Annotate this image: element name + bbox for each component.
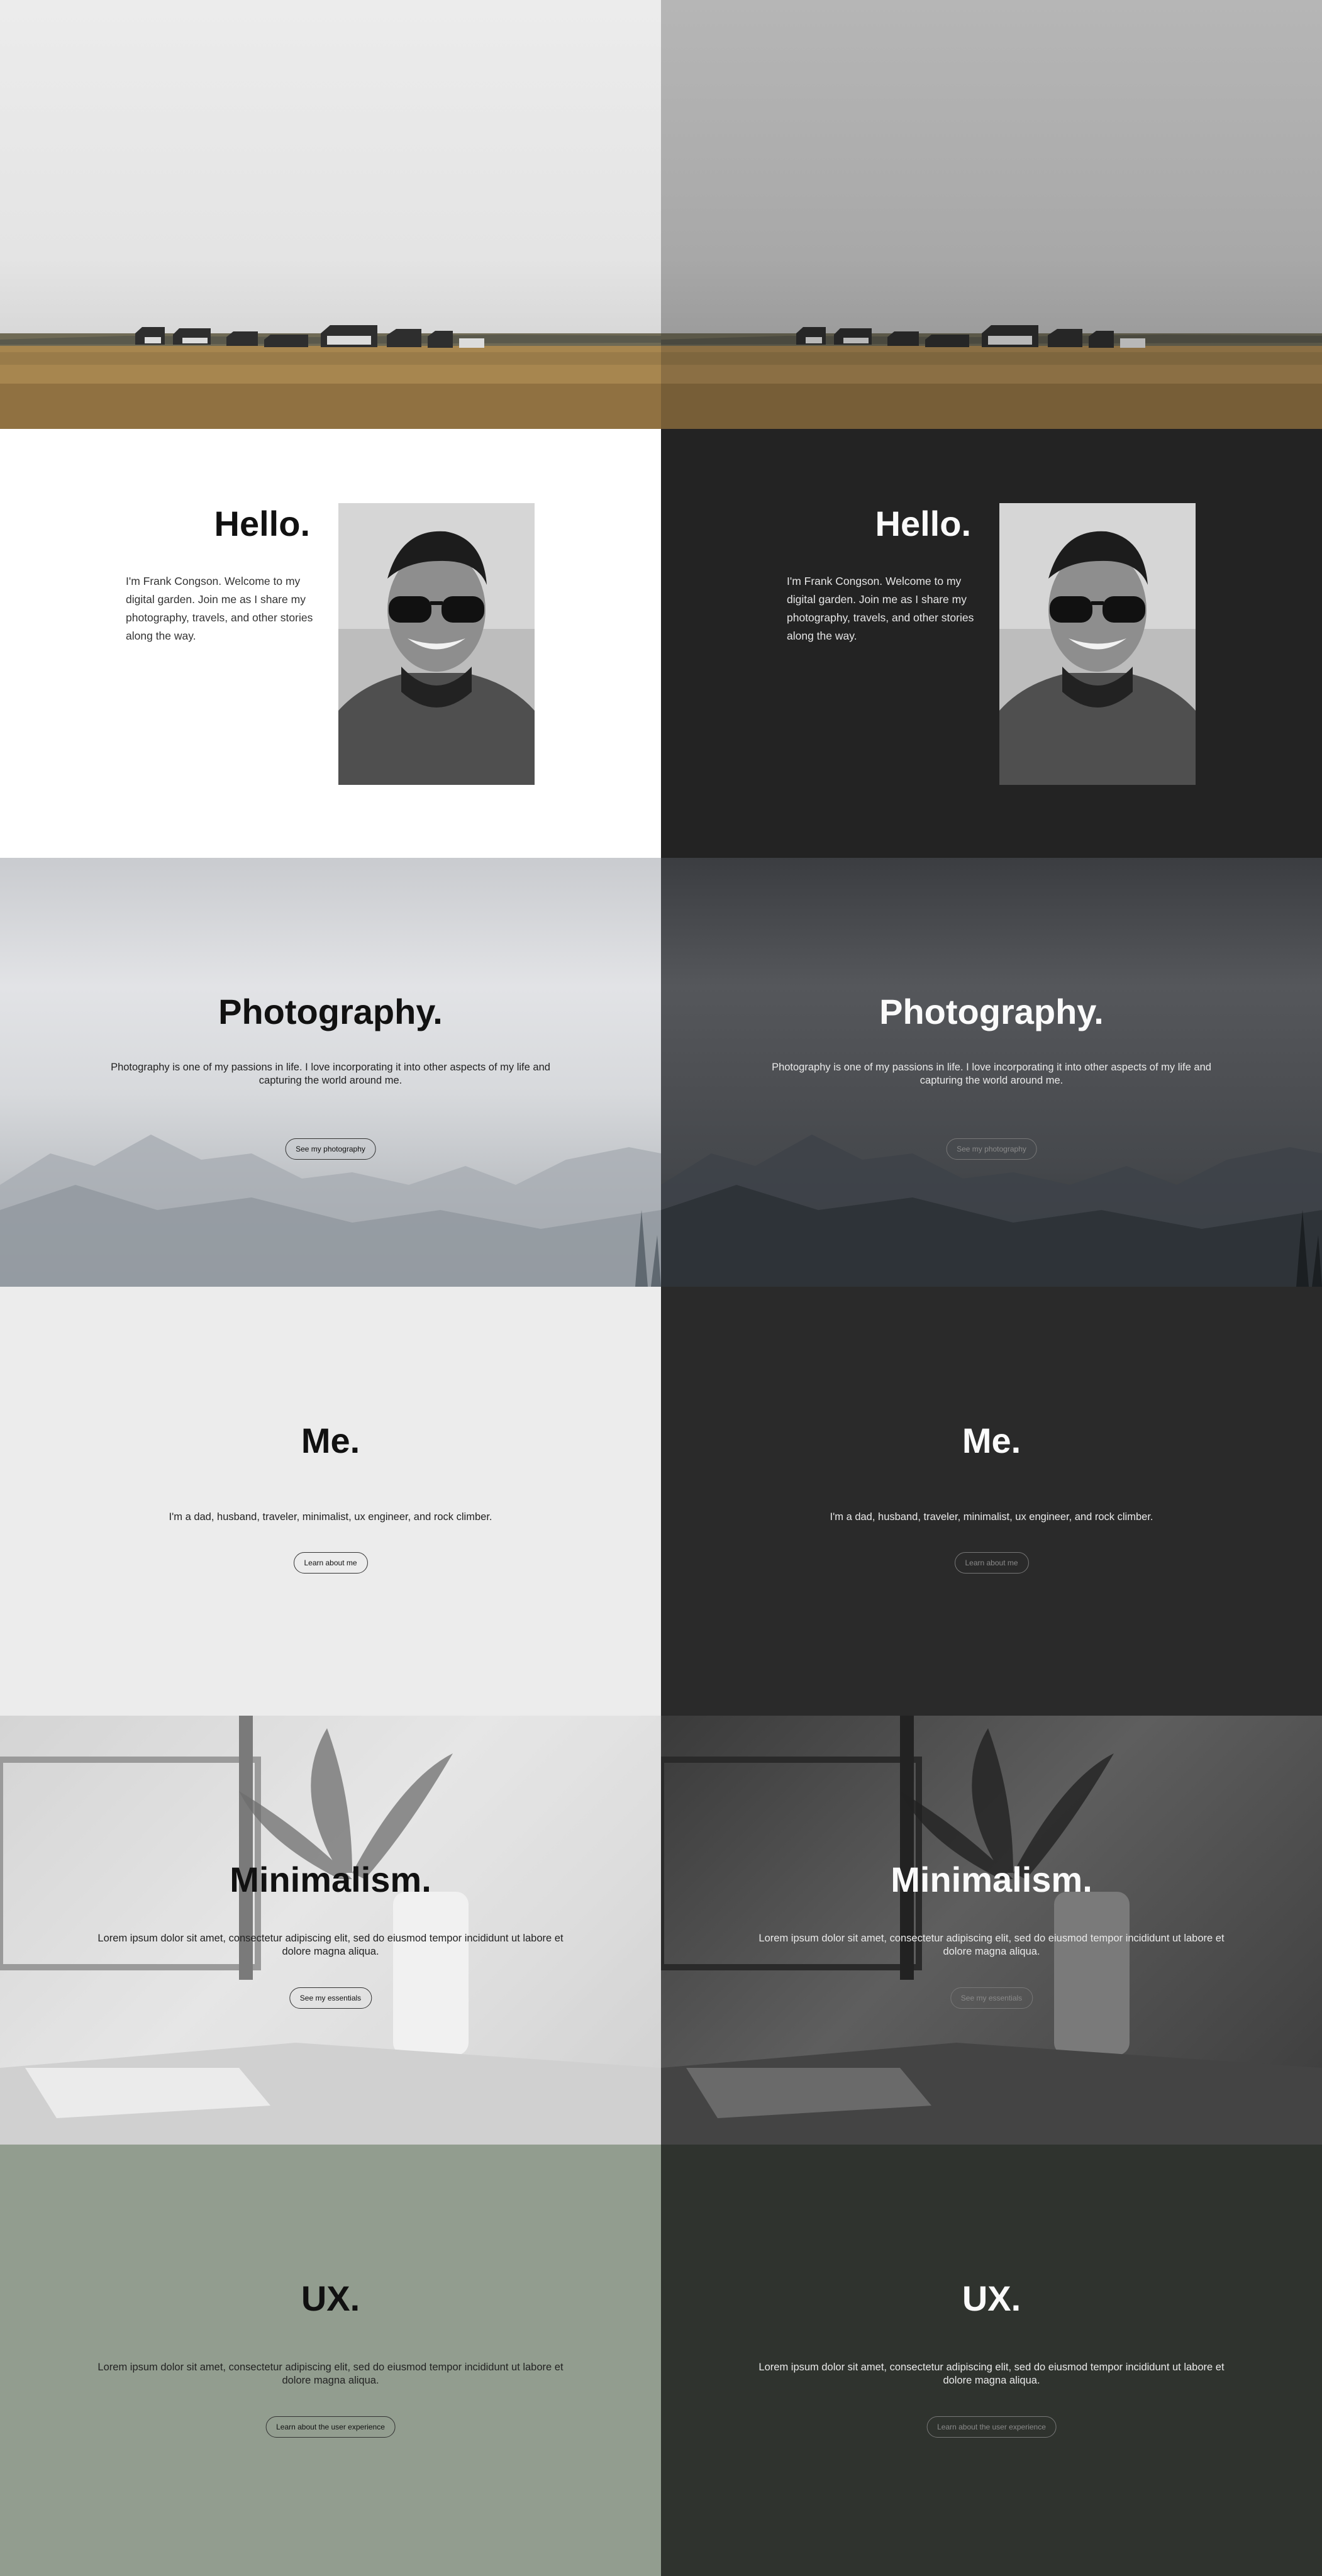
- ux-section: UX. Lorem ipsum dolor sit amet, consecte…: [661, 2145, 1322, 2576]
- hello-section: Hello. I'm Frank Congson. Welcome to my …: [661, 429, 1322, 858]
- photography-title: Photography.: [879, 992, 1104, 1031]
- hello-section: Hello. I'm Frank Congson. Welcome to my …: [0, 429, 661, 858]
- hello-title: Hello.: [875, 504, 971, 543]
- landscape-image: [0, 325, 661, 429]
- minimalism-title: Minimalism.: [230, 1860, 431, 1899]
- hello-title: Hello.: [214, 504, 310, 543]
- dark-theme-page: Hello. I'm Frank Congson. Welcome to my …: [661, 0, 1322, 2576]
- ux-title: UX.: [301, 2279, 360, 2318]
- me-section: Me. I'm a dad, husband, traveler, minima…: [0, 1287, 661, 1716]
- me-section: Me. I'm a dad, husband, traveler, minima…: [661, 1287, 1322, 1716]
- ux-text: Lorem ipsum dolor sit amet, consectetur …: [758, 2362, 1225, 2386]
- learn-ux-button[interactable]: Learn about the user experience: [265, 2416, 396, 2438]
- profile-photo: [338, 503, 535, 785]
- see-photography-button[interactable]: See my photography: [946, 1138, 1037, 1160]
- see-essentials-button[interactable]: See my essentials: [950, 1987, 1033, 2009]
- profile-photo: [999, 503, 1196, 785]
- minimalism-text: Lorem ipsum dolor sit amet, consectetur …: [97, 1933, 564, 1957]
- intro-paragraph: I'm Frank Congson. Welcome to my digital…: [126, 575, 313, 642]
- ux-text: Lorem ipsum dolor sit amet, consectetur …: [97, 2362, 564, 2386]
- photography-section: Photography. Photography is one of my pa…: [0, 858, 661, 1287]
- theme-comparison: Hello. I'm Frank Congson. Welcome to my …: [0, 0, 1322, 2576]
- photography-title: Photography.: [218, 992, 443, 1031]
- learn-about-me-button[interactable]: Learn about me: [293, 1552, 368, 1574]
- me-text: I'm a dad, husband, traveler, minimalist…: [169, 1511, 492, 1523]
- see-essentials-button[interactable]: See my essentials: [289, 1987, 372, 2009]
- me-title: Me.: [962, 1421, 1021, 1460]
- minimalism-text: Lorem ipsum dolor sit amet, consectetur …: [758, 1933, 1225, 1957]
- ux-section: UX. Lorem ipsum dolor sit amet, consecte…: [0, 2145, 661, 2576]
- me-title: Me.: [301, 1421, 360, 1460]
- intro-paragraph: I'm Frank Congson. Welcome to my digital…: [787, 575, 974, 642]
- light-theme-page: Hello. I'm Frank Congson. Welcome to my …: [0, 0, 661, 2576]
- learn-about-me-button[interactable]: Learn about me: [954, 1552, 1029, 1574]
- minimalism-section: Minimalism. Lorem ipsum dolor sit amet, …: [0, 1716, 661, 2145]
- hero-landscape: [661, 0, 1322, 429]
- minimalism-section: Minimalism. Lorem ipsum dolor sit amet, …: [661, 1716, 1322, 2145]
- me-text: I'm a dad, husband, traveler, minimalist…: [830, 1511, 1153, 1523]
- photography-text: Photography is one of my passions in lif…: [772, 1062, 1211, 1086]
- desk-plant-image: [0, 1716, 661, 2145]
- landscape-image: [661, 325, 1322, 429]
- photography-section: Photography. Photography is one of my pa…: [661, 858, 1322, 1287]
- see-photography-button[interactable]: See my photography: [285, 1138, 376, 1160]
- ux-title: UX.: [962, 2279, 1021, 2318]
- desk-plant-image: [661, 1716, 1322, 2145]
- minimalism-title: Minimalism.: [891, 1860, 1092, 1899]
- hero-landscape: [0, 0, 661, 429]
- photography-text: Photography is one of my passions in lif…: [111, 1062, 550, 1086]
- learn-ux-button[interactable]: Learn about the user experience: [926, 2416, 1057, 2438]
